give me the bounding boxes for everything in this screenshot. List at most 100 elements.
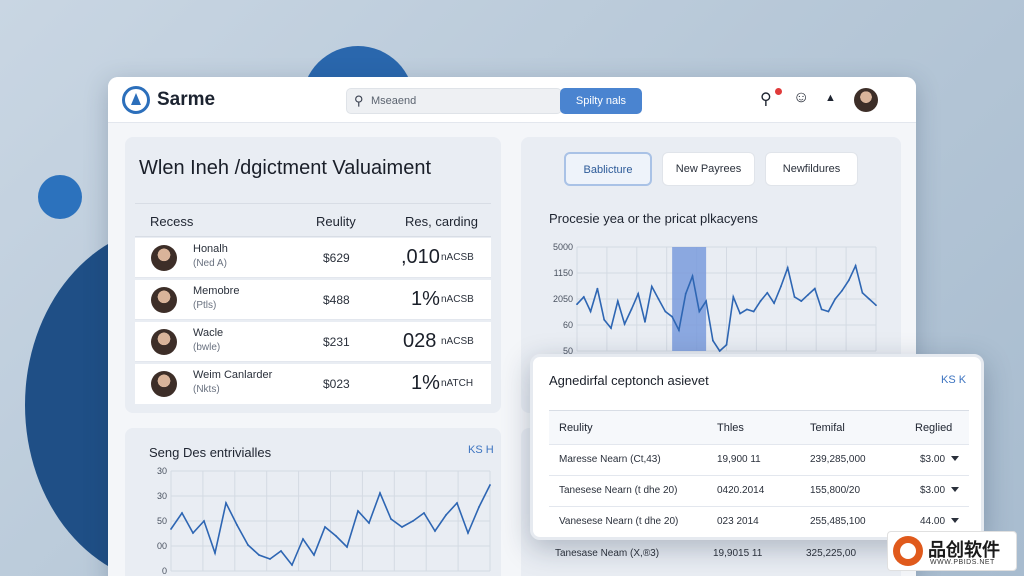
row-tag: nACSB — [441, 294, 474, 305]
column-header[interactable]: Recess — [150, 214, 193, 229]
data-point — [576, 303, 578, 306]
data-point — [423, 512, 425, 514]
column-header[interactable]: Res, carding — [405, 214, 478, 229]
row-name: Honalh — [193, 243, 228, 255]
watermark-logo-icon — [893, 536, 923, 566]
avatar[interactable] — [854, 88, 878, 112]
overlay-title: Agnedirfal ceptonch asievet — [549, 373, 709, 388]
data-point — [269, 558, 271, 560]
brand-name: Sarme — [157, 89, 216, 110]
user-icon[interactable]: ☺ — [793, 89, 809, 107]
table-row[interactable]: Wacle (bwle) $231 028 nACSB — [135, 322, 491, 362]
y-tick-label: 30 — [157, 466, 167, 476]
data-point — [434, 530, 436, 532]
data-point — [684, 292, 687, 295]
column-header[interactable]: Reulity — [316, 214, 356, 229]
data-point — [335, 535, 337, 537]
data-point — [346, 546, 348, 548]
data-point — [766, 291, 769, 294]
row-value: 1% — [411, 288, 440, 310]
table-row[interactable]: Tanesese Nearn (t dhe 20) 0420.2014 155,… — [549, 475, 969, 506]
panel-title: Seng Des entrivialles — [149, 445, 272, 460]
data-point — [313, 554, 315, 556]
data-point — [280, 550, 282, 552]
data-point — [807, 293, 809, 296]
data-point — [712, 339, 714, 342]
data-point — [192, 532, 194, 534]
notification-icon[interactable]: ⚲ — [760, 89, 772, 109]
chevron-down-icon[interactable] — [951, 518, 959, 523]
search-input[interactable]: ⚲ Mseaend — [346, 88, 562, 114]
column-header[interactable]: Thles — [717, 422, 744, 434]
data-point — [610, 327, 612, 330]
row-name: Wacle — [193, 327, 224, 339]
data-point — [868, 298, 871, 300]
data-point — [861, 291, 864, 294]
tab-newfildures[interactable]: Newfildures — [765, 152, 858, 186]
logo-icon[interactable] — [122, 86, 150, 114]
data-point — [596, 287, 599, 290]
table-row[interactable]: Honalh (Ned A) $629 ,010 nACSB — [135, 238, 491, 278]
chevron-down-icon[interactable] — [951, 487, 959, 492]
y-tick-label: 5000 — [553, 242, 573, 252]
column-header[interactable]: Temifal — [810, 422, 845, 434]
cell: 44.00 — [920, 516, 946, 527]
cell: 325,225,00 — [806, 548, 857, 559]
data-point — [759, 300, 762, 302]
overlay-table-card: Agnedirfal ceptonch asievet KS K Reulity… — [530, 354, 984, 540]
data-point — [582, 296, 585, 298]
tab-bablicture[interactable]: Bablicture — [564, 152, 652, 186]
data-point — [401, 526, 403, 528]
data-point — [390, 518, 392, 520]
chevron-down-icon[interactable] — [951, 456, 959, 461]
data-point — [236, 524, 238, 526]
row-tag: nACSB — [441, 336, 474, 347]
apply-button[interactable]: Spilty nals — [560, 88, 642, 114]
data-point — [813, 287, 816, 290]
data-point — [379, 492, 381, 494]
data-point — [170, 528, 172, 530]
valuation-panel: Wlen Ineh /dgictment Valuaiment Recess R… — [125, 137, 501, 413]
row-subtitle: (Ned A) — [193, 258, 227, 269]
table-row[interactable]: Maresse Nearn (Ct,43) 19,900 11 239,285,… — [549, 444, 969, 475]
avatar — [151, 371, 177, 397]
data-point — [779, 285, 782, 288]
line-chart: 303050000 — [157, 466, 491, 576]
data-point — [841, 289, 843, 292]
data-point — [445, 514, 447, 516]
data-point — [820, 308, 823, 311]
avatar — [151, 329, 177, 355]
data-point — [773, 302, 775, 305]
table-row[interactable]: Weim Canlarder (Nkts) $023 1% nATCH — [135, 364, 491, 404]
tab-new-payrees[interactable]: New Payrees — [662, 152, 755, 186]
cell: 255,485,100 — [810, 516, 866, 527]
column-header[interactable]: Reulity — [559, 422, 593, 434]
row-subtitle: (bwle) — [193, 342, 221, 353]
table-row[interactable]: Memobre (Ptls) $488 1% nACSB — [135, 280, 491, 320]
overlay-link[interactable]: KS K — [941, 374, 966, 386]
data-point — [752, 310, 755, 313]
data-point — [589, 310, 592, 313]
row-tag: nATCH — [441, 378, 474, 389]
row-subtitle: (Ptls) — [193, 300, 217, 311]
caret-up-icon[interactable]: ▲ — [825, 92, 836, 104]
watermark-url: WWW.PBIDS.NET — [930, 559, 995, 566]
cell: 239,285,000 — [810, 454, 866, 465]
data-point — [827, 310, 830, 313]
row-value: 1% — [411, 372, 440, 394]
row-price: $023 — [323, 377, 350, 391]
column-header[interactable]: Reglied — [915, 422, 952, 434]
cell: Tanesese Nearn (t dhe 20) — [559, 485, 678, 496]
y-tick-label: 50 — [157, 516, 167, 526]
table-header: Recess Reulity Res, carding — [135, 203, 491, 237]
chart-title: Procesie yea or the pricat plkacyens — [549, 211, 758, 226]
data-point — [650, 285, 653, 288]
background-circle-small — [38, 175, 82, 219]
data-point — [664, 310, 667, 313]
cell: 0420.2014 — [717, 485, 765, 496]
panel-link[interactable]: KS H — [468, 444, 494, 456]
y-tick-label: 30 — [157, 491, 167, 501]
cell: $3.00 — [920, 485, 946, 496]
data-point — [603, 318, 606, 321]
data-point — [800, 300, 803, 302]
